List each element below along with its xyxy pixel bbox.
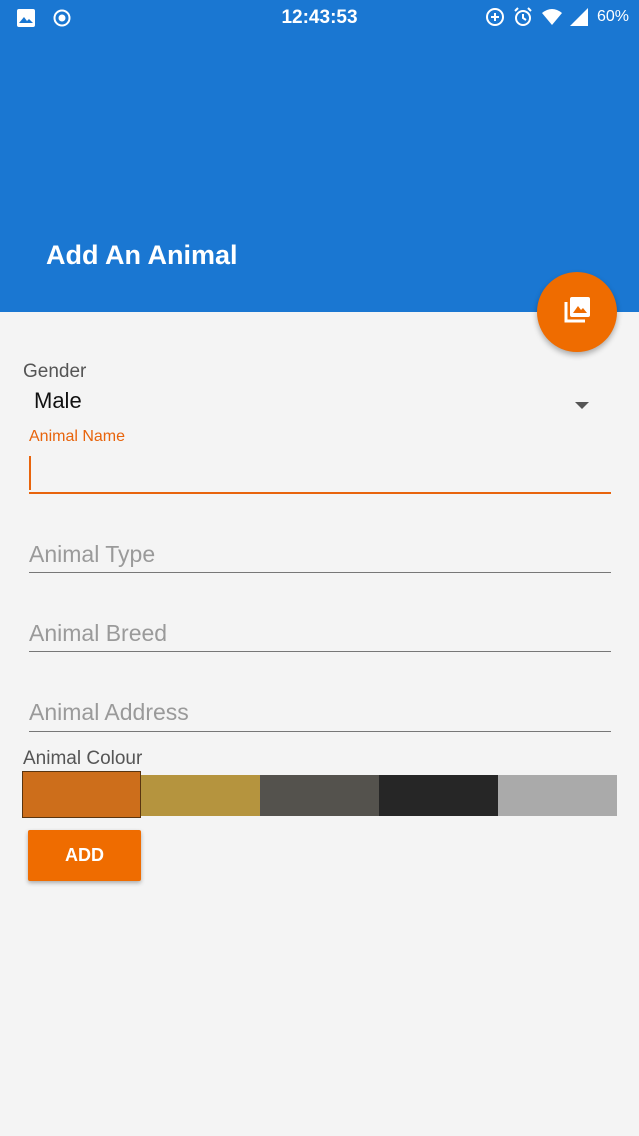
page-title: Add An Animal <box>46 240 238 270</box>
animal-colour-label: Animal Colour <box>23 748 143 769</box>
animal-address-input[interactable] <box>29 694 611 730</box>
animal-name-underline <box>29 492 611 494</box>
alarm-icon <box>513 7 533 27</box>
status-bar: 12:43:53 60% <box>0 0 639 36</box>
add-button[interactable]: ADD <box>28 830 141 881</box>
animal-address-underline <box>29 731 611 732</box>
signal-icon <box>569 7 589 27</box>
animal-breed-underline <box>29 651 611 652</box>
screen: 12:43:53 60% Add An Animal Gender Male A… <box>0 0 639 1136</box>
chevron-down-icon[interactable] <box>575 402 589 409</box>
colour-swatch-orange[interactable] <box>22 771 141 818</box>
animal-name-input[interactable] <box>29 456 611 492</box>
animal-type-underline <box>29 572 611 573</box>
text-cursor <box>29 456 31 490</box>
add-photo-button[interactable] <box>537 272 617 352</box>
animal-breed-input[interactable] <box>29 615 611 651</box>
colour-swatch-light-grey[interactable] <box>498 775 617 816</box>
animal-type-input[interactable] <box>29 536 611 572</box>
colour-picker <box>22 771 617 818</box>
wifi-icon <box>541 7 562 27</box>
app-bar: 12:43:53 60% Add An Animal <box>0 0 639 312</box>
photo-library-icon <box>561 294 593 330</box>
gender-select[interactable]: Male <box>34 388 82 414</box>
colour-swatch-black[interactable] <box>379 775 498 816</box>
colour-swatch-dark-grey[interactable] <box>260 775 379 816</box>
battery-percent: 60% <box>596 8 629 25</box>
data-saver-icon <box>485 7 505 27</box>
gender-label: Gender <box>23 361 87 382</box>
colour-swatch-tan[interactable] <box>141 775 260 816</box>
animal-name-label: Animal Name <box>29 428 126 445</box>
